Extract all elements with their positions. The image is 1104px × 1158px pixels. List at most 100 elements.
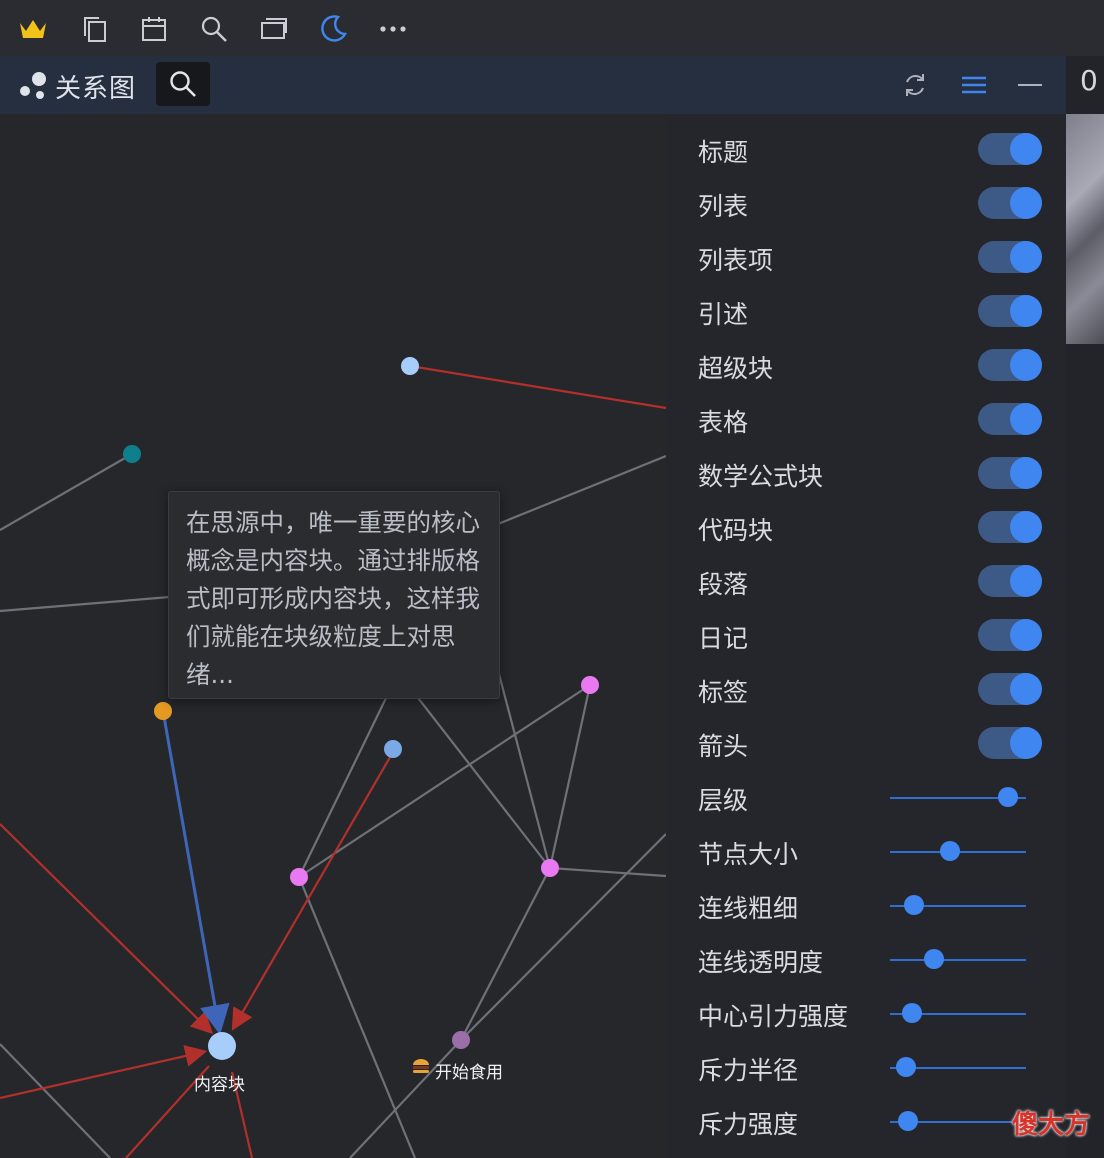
setting-toggle[interactable] [978,727,1042,759]
setting-label: 表格 [698,408,749,437]
slider-thumb[interactable] [904,895,925,915]
setting-toggle[interactable] [978,295,1042,327]
setting-slider[interactable] [890,1111,1026,1131]
setting-toggle[interactable] [978,187,1042,219]
toggle-knob [1010,727,1042,759]
toggle-knob [1010,565,1042,597]
copy-icon[interactable] [80,14,110,44]
setting-toggle[interactable] [978,403,1042,435]
graph-node [541,859,559,877]
crown-icon[interactable] [18,14,48,44]
slider-thumb[interactable] [897,1111,918,1131]
setting-toggle[interactable] [978,565,1042,597]
settings-menu-icon[interactable] [957,68,991,102]
node-label-text: 开始食用 [435,1063,503,1083]
graph-edge [414,693,551,869]
setting-toggle[interactable] [978,511,1042,543]
graph-logo-icon [18,70,52,100]
toggle-knob [1010,403,1042,435]
setting-row-toggle: 标题 [666,123,1066,177]
setting-slider[interactable] [890,1057,1026,1077]
graph-node [452,1031,470,1049]
setting-toggle[interactable] [978,133,1042,165]
graph-edge [231,751,394,1031]
setting-slider[interactable] [890,1003,1026,1023]
more-icon[interactable] [378,14,408,44]
setting-toggle[interactable] [978,457,1042,489]
graph-node [123,445,141,463]
calendar-icon[interactable] [139,14,169,44]
setting-row-toggle: 引述 [666,285,1066,339]
graph-node [208,1032,236,1060]
toggle-knob [1010,295,1042,327]
setting-label: 节点大小 [698,840,799,869]
setting-toggle[interactable] [978,241,1042,273]
slider-thumb[interactable] [939,841,960,861]
setting-row-slider: 连线透明度 [666,933,1066,987]
graph-edge [0,595,171,613]
setting-row-toggle: 箭头 [666,717,1066,771]
top-toolbar [0,0,1104,56]
graph-search-button[interactable] [156,62,210,106]
toggle-knob [1010,349,1042,381]
setting-label: 连线透明度 [698,948,824,977]
graph-node [154,702,172,720]
slider-thumb[interactable] [923,949,944,969]
setting-slider[interactable] [890,841,1026,861]
graph-edge [460,833,667,1041]
search-icon[interactable] [199,14,229,44]
setting-label: 列表 [698,192,749,221]
graph-panel-header: 关系图 [0,56,1066,114]
setting-label: 段落 [698,570,749,599]
node-tooltip: 在思源中，唯一重要的核心概念是内容块。通过排版格式即可形成内容块，这样我们就能在… [168,491,500,699]
watermark: 傻大方 [1012,1110,1091,1140]
side-thumbnail [1066,114,1104,344]
setting-row-toggle: 日记 [666,609,1066,663]
setting-label: 连线粗细 [698,894,799,923]
setting-label: 标题 [698,138,749,167]
setting-label: 日记 [698,624,749,653]
graph-edge [161,710,230,1035]
graph-edge [549,866,667,878]
setting-toggle[interactable] [978,619,1042,651]
setting-label: 数学公式块 [698,462,824,491]
setting-row-toggle: 表格 [666,393,1066,447]
minimize-icon[interactable] [1013,68,1047,102]
graph-node [581,676,599,694]
setting-label: 超级块 [698,354,774,383]
setting-slider[interactable] [890,949,1026,969]
setting-toggle[interactable] [978,673,1042,705]
slider-thumb[interactable] [901,1003,922,1023]
slider-thumb[interactable] [896,1057,917,1077]
setting-label: 列表项 [698,246,774,275]
graph-settings-panel: 标题 列表 列表项 引述 超级块 表格 数学公式块 代码块 段落 日记 标签 箭头 层级 节点大小 连线粗细… [666,114,1066,1158]
setting-row-toggle: 代码块 [666,501,1066,555]
graph-edge [548,684,592,869]
toggle-knob [1010,241,1042,273]
setting-toggle[interactable] [978,349,1042,381]
graph-edge [497,673,552,869]
graph-edge [460,867,551,1041]
setting-row-slider: 连线粗细 [666,879,1066,933]
toggle-knob [1010,673,1042,705]
setting-slider[interactable] [890,895,1026,915]
window-icon[interactable] [259,14,289,44]
search-icon [170,71,196,97]
setting-label: 代码块 [698,516,774,545]
setting-label: 引述 [698,300,749,329]
setting-label: 斥力强度 [698,1110,799,1139]
refresh-icon[interactable] [898,68,932,102]
setting-label: 层级 [698,786,749,815]
setting-label: 箭头 [698,732,749,761]
panel-title: 关系图 [55,74,137,104]
setting-row-slider: 层级 [666,771,1066,825]
setting-slider[interactable] [890,787,1026,807]
slider-thumb[interactable] [998,787,1019,807]
setting-row-toggle: 列表 [666,177,1066,231]
setting-row-slider: 斥力半径 [666,1041,1066,1095]
setting-row-toggle: 数学公式块 [666,447,1066,501]
moon-icon[interactable] [318,14,348,44]
graph-edge [298,684,591,878]
graph-edges-red [0,364,667,1158]
toggle-knob [1010,619,1042,651]
